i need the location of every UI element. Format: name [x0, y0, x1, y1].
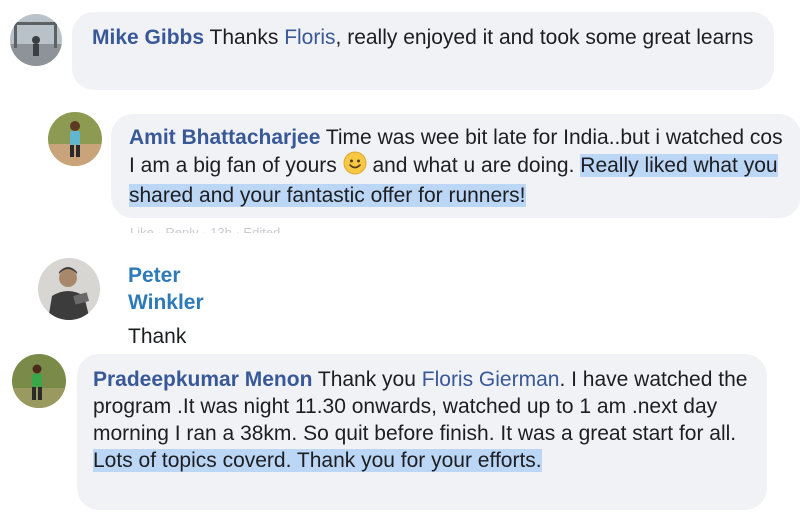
mention-link[interactable]: Floris Gierman [422, 368, 560, 391]
comment-bubble: Mike Gibbs Thanks Floris, really enjoyed… [72, 12, 774, 90]
mention-link[interactable]: Floris [284, 26, 335, 49]
comment-text: Thank you [312, 368, 422, 391]
avatar-mike-gibbs[interactable] [10, 14, 62, 66]
comment-bubble: Pradeepkumar Menon Thank you Floris Gier… [77, 354, 767, 510]
highlighted-text: Lots of topics coverd. Thank you for you… [93, 449, 542, 472]
comment-actions-partial: Like · Reply · 13h · Edited [130, 225, 281, 233]
comment-text: , really enjoyed it and took some great … [335, 26, 754, 49]
comment-author[interactable]: Peter Winkler [128, 262, 225, 316]
avatar-pradeepkumar-menon[interactable] [12, 354, 66, 408]
avatar-amit-bhattacharjee[interactable] [48, 112, 102, 166]
comment-text: Thanks [204, 26, 285, 49]
avatar-peter-winkler[interactable] [38, 258, 100, 320]
comment-bubble: Amit Bhattacharjee Time was wee bit late… [111, 114, 800, 218]
comment-text: and what u are doing. [366, 154, 575, 177]
comment-author[interactable]: Mike Gibbs [92, 26, 204, 49]
comment-author[interactable]: Amit Bhattacharjee [129, 126, 320, 149]
smiling-face-emoji-icon [343, 151, 367, 182]
comment-author[interactable]: Pradeepkumar Menon [93, 368, 312, 391]
